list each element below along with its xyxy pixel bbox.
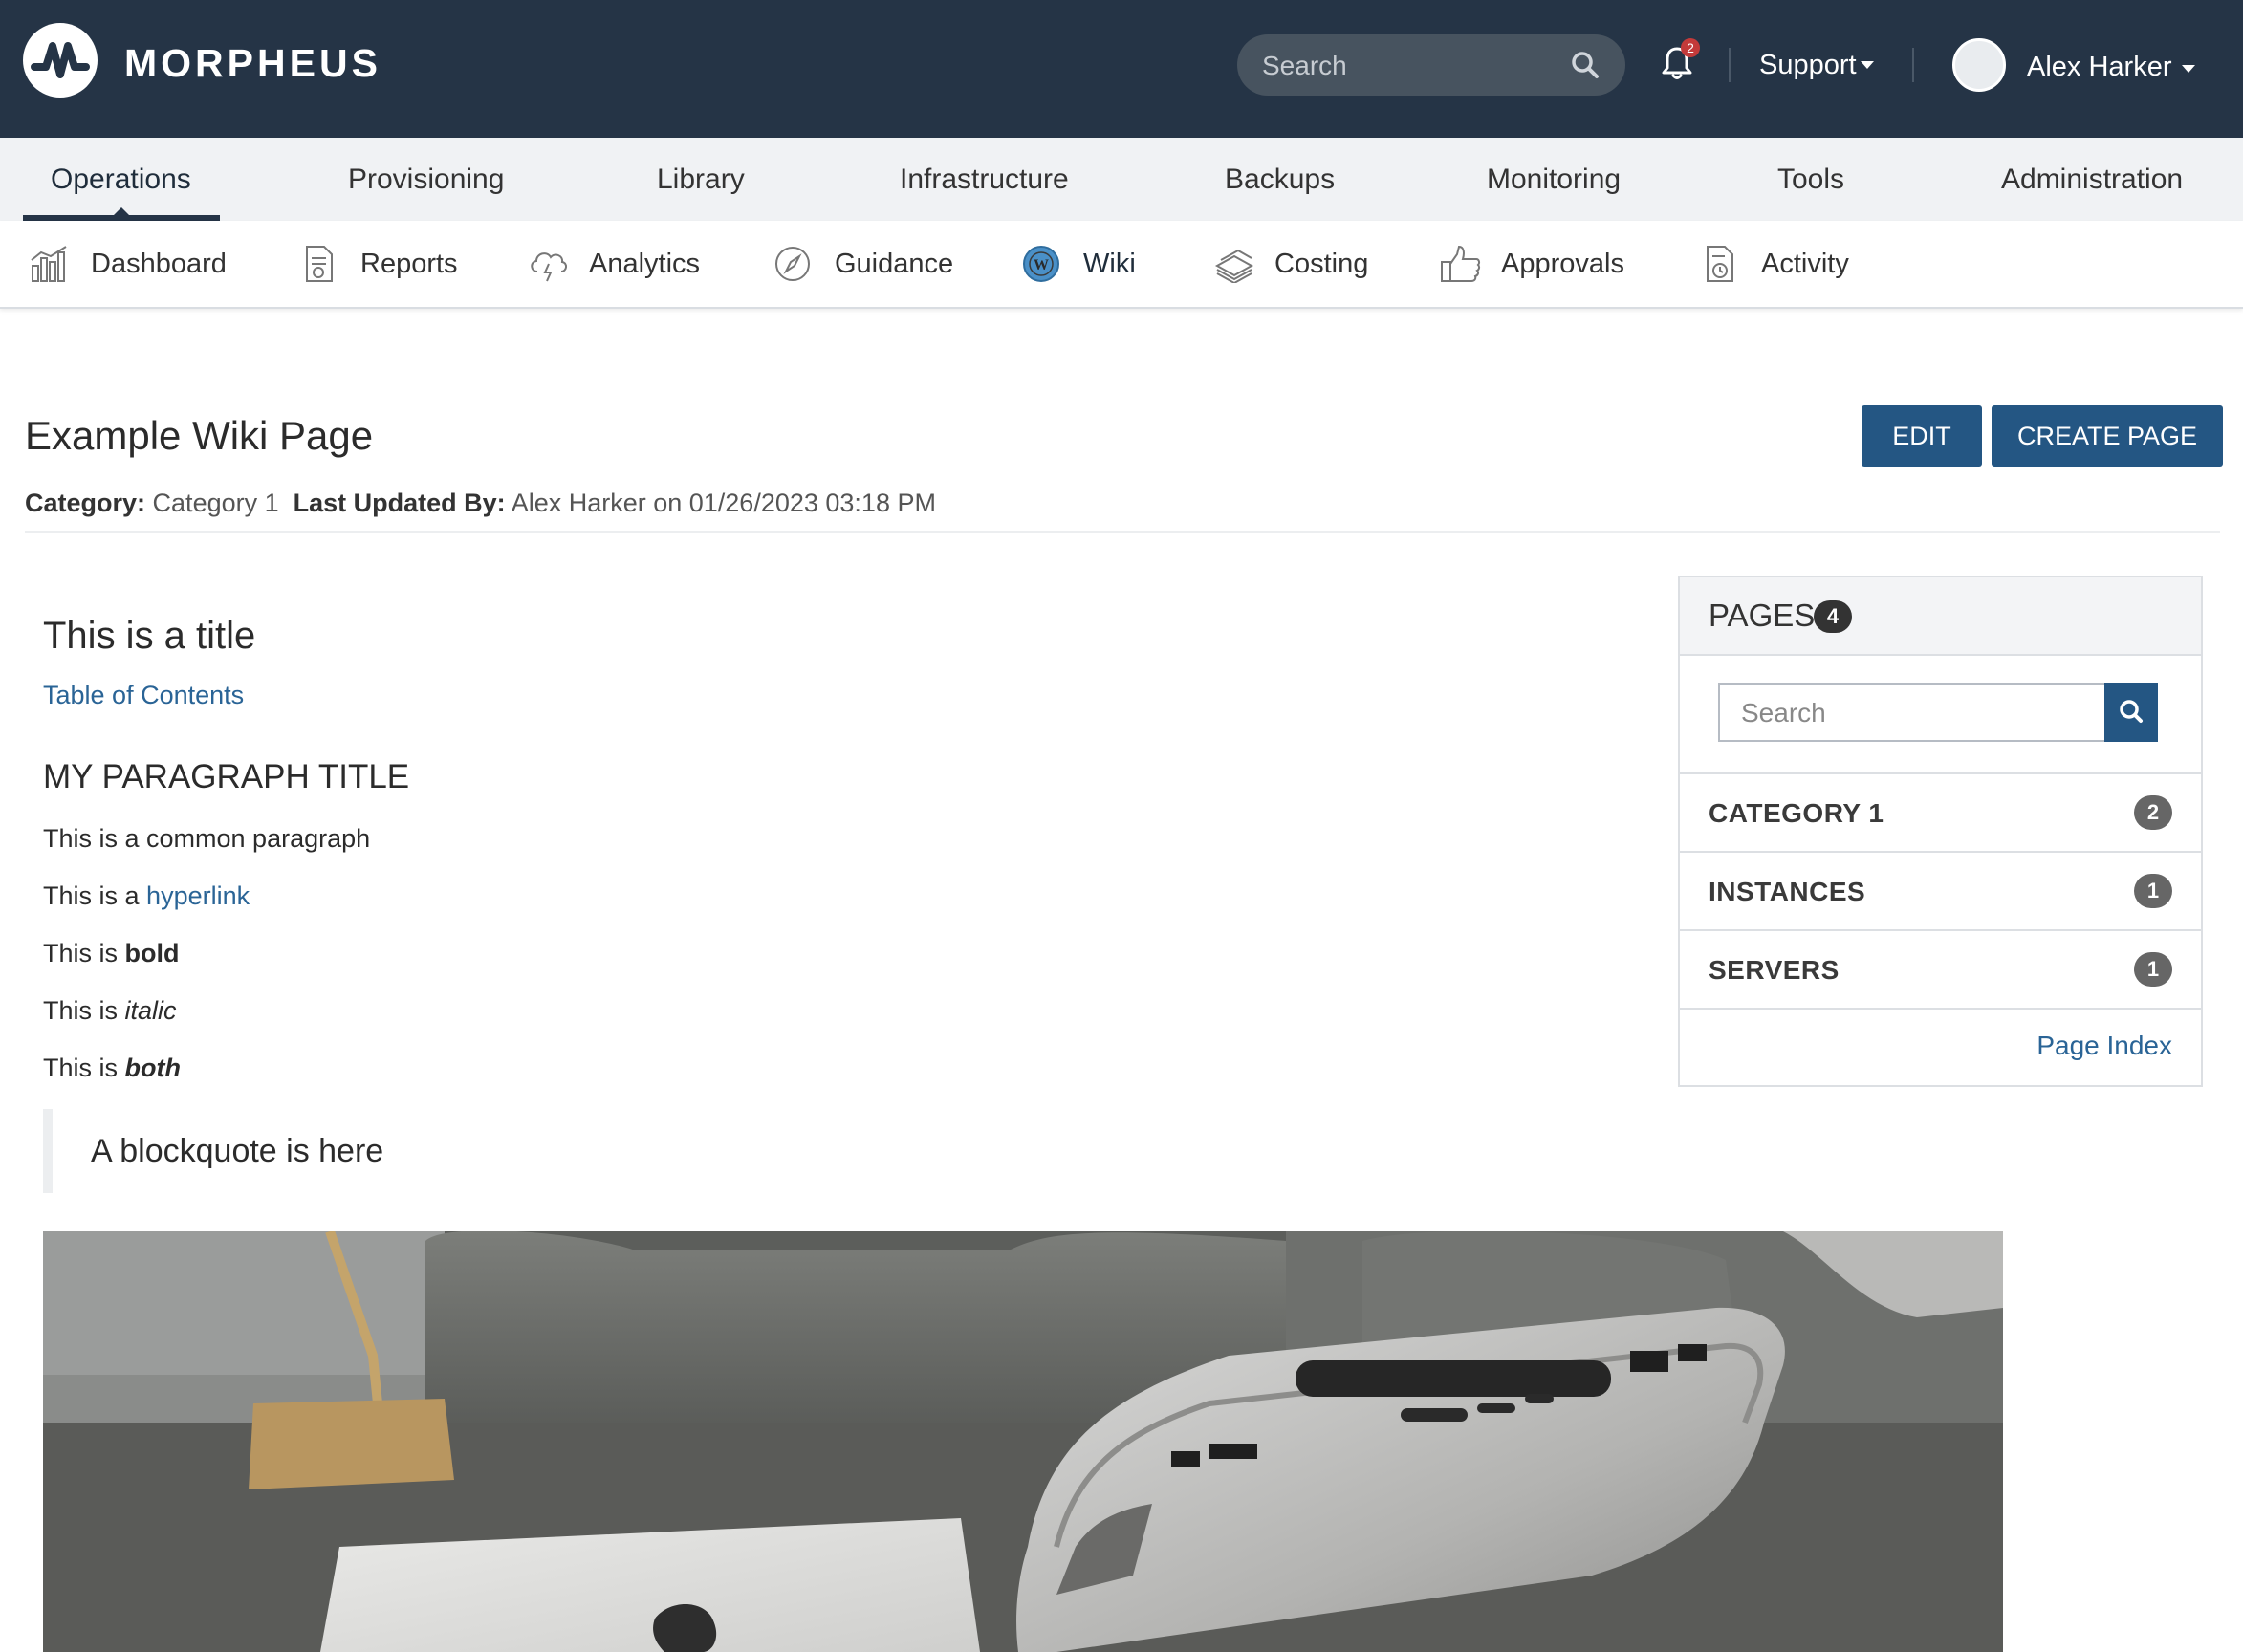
pages-search-input[interactable]: [1739, 692, 2087, 734]
page-index-link[interactable]: Page Index: [2036, 1027, 2172, 1065]
text-prefix: This is: [43, 1054, 119, 1082]
category-label: CATEGORY 1: [1709, 798, 1884, 828]
updated-label: Last Updated By:: [293, 489, 506, 517]
support-menu[interactable]: Support: [1759, 46, 1857, 84]
divider: [25, 531, 2220, 533]
content-title: This is a title: [43, 615, 256, 657]
tab-monitoring[interactable]: Monitoring: [1487, 161, 1621, 199]
bold-text: bold: [124, 939, 180, 967]
hyperlink[interactable]: hyperlink: [146, 881, 250, 910]
divider: [1912, 48, 1914, 82]
category-row[interactable]: CATEGORY 1 2: [1680, 772, 2201, 853]
subnav-label: Activity: [1761, 249, 1849, 279]
paragraph-hyperlink: This is a hyperlink: [43, 878, 250, 914]
global-search[interactable]: [1237, 34, 1625, 96]
subnav-label: Guidance: [835, 249, 954, 279]
category-row[interactable]: SERVERS 1: [1680, 929, 2201, 1010]
activity-document-icon: [1707, 246, 1733, 282]
category-row[interactable]: INSTANCES 1: [1680, 851, 2201, 931]
tab-tools[interactable]: Tools: [1777, 161, 1844, 199]
page-title: Example Wiki Page: [25, 413, 374, 458]
category-value: Category 1: [152, 489, 279, 517]
wiki-image: [43, 1231, 2003, 1652]
pages-panel-header: PAGES 4: [1680, 577, 2201, 656]
category-label: SERVERS: [1709, 955, 1840, 985]
bar-chart-icon: [31, 246, 67, 282]
divider: [1729, 48, 1731, 82]
cloud-lightning-icon: [531, 252, 567, 282]
paragraph-title: MY PARAGRAPH TITLE: [43, 758, 410, 795]
tab-library[interactable]: Library: [657, 161, 745, 199]
morpheus-logo-icon[interactable]: [23, 23, 98, 98]
pages-search-button[interactable]: [2104, 683, 2158, 742]
notification-count-badge: 2: [1681, 38, 1700, 57]
category-label: Category:: [25, 489, 146, 517]
compass-icon: [775, 247, 810, 281]
category-count-badge: 2: [2134, 795, 2172, 830]
blockquote: A blockquote is here: [91, 1133, 384, 1169]
subnav-label: Approvals: [1501, 249, 1624, 279]
caret-down-icon[interactable]: [2182, 65, 2195, 73]
bold-italic-text: both: [124, 1054, 182, 1082]
pages-search[interactable]: [1718, 683, 2106, 742]
blockquote-bar: [43, 1109, 53, 1193]
paragraph-italic: This is italic: [43, 992, 177, 1029]
brand-name[interactable]: MORPHEUS: [124, 40, 381, 86]
thumbs-up-icon: [1441, 245, 1481, 282]
subnav-label: Analytics: [589, 249, 701, 279]
report-document-icon: [306, 246, 333, 282]
category-count-badge: 1: [2134, 874, 2172, 908]
tab-administration[interactable]: Administration: [2001, 161, 2183, 199]
create-page-button[interactable]: CREATE PAGE: [1992, 405, 2223, 467]
search-icon[interactable]: [1570, 50, 1601, 80]
money-stack-icon: [1214, 249, 1254, 283]
user-menu[interactable]: Alex Harker: [2027, 48, 2172, 86]
user-avatar[interactable]: [1952, 38, 2006, 92]
pages-count-badge: 4: [1814, 600, 1852, 633]
pages-panel-title: PAGES: [1709, 598, 1816, 633]
tab-provisioning[interactable]: Provisioning: [348, 161, 504, 199]
sub-navigation: Dashboard Reports Analytics Guidance W W…: [0, 221, 2243, 309]
wiki-icon: W: [1023, 246, 1059, 282]
global-search-input[interactable]: [1260, 44, 1570, 88]
tab-infrastructure[interactable]: Infrastructure: [900, 161, 1069, 199]
italic-text: italic: [124, 996, 177, 1025]
subnav-label: Costing: [1274, 249, 1369, 279]
edit-button[interactable]: EDIT: [1862, 405, 1982, 467]
main-navigation: Operations Provisioning Library Infrastr…: [0, 138, 2243, 221]
toc-link[interactable]: Table of Contents: [43, 677, 244, 713]
paragraph-both: This is both: [43, 1050, 181, 1086]
tab-backups[interactable]: Backups: [1225, 161, 1335, 199]
subnav-label: Dashboard: [91, 249, 227, 279]
tab-operations[interactable]: Operations: [51, 161, 191, 199]
updated-value: Alex Harker on 01/26/2023 03:18 PM: [511, 489, 936, 517]
caret-down-icon[interactable]: [1861, 61, 1874, 69]
pages-panel: PAGES 4 CATEGORY 1 2 INSTANCES 1 SERVERS…: [1678, 576, 2203, 1087]
text-prefix: This is: [43, 939, 119, 967]
paragraph-common: This is a common paragraph: [43, 824, 371, 853]
page-meta: Category: Category 1 Last Updated By: Al…: [25, 486, 936, 520]
svg-text:W: W: [1034, 257, 1049, 273]
subnav-label: Wiki: [1083, 249, 1136, 279]
search-icon: [2120, 700, 2143, 723]
text-prefix: This is a: [43, 881, 140, 910]
category-count-badge: 1: [2134, 952, 2172, 987]
top-header: MORPHEUS 2 Support Alex Harker: [0, 0, 2243, 138]
subnav-label: Reports: [360, 249, 458, 279]
paragraph-bold: This is bold: [43, 935, 180, 971]
text-prefix: This is: [43, 996, 119, 1025]
category-label: INSTANCES: [1709, 877, 1866, 906]
